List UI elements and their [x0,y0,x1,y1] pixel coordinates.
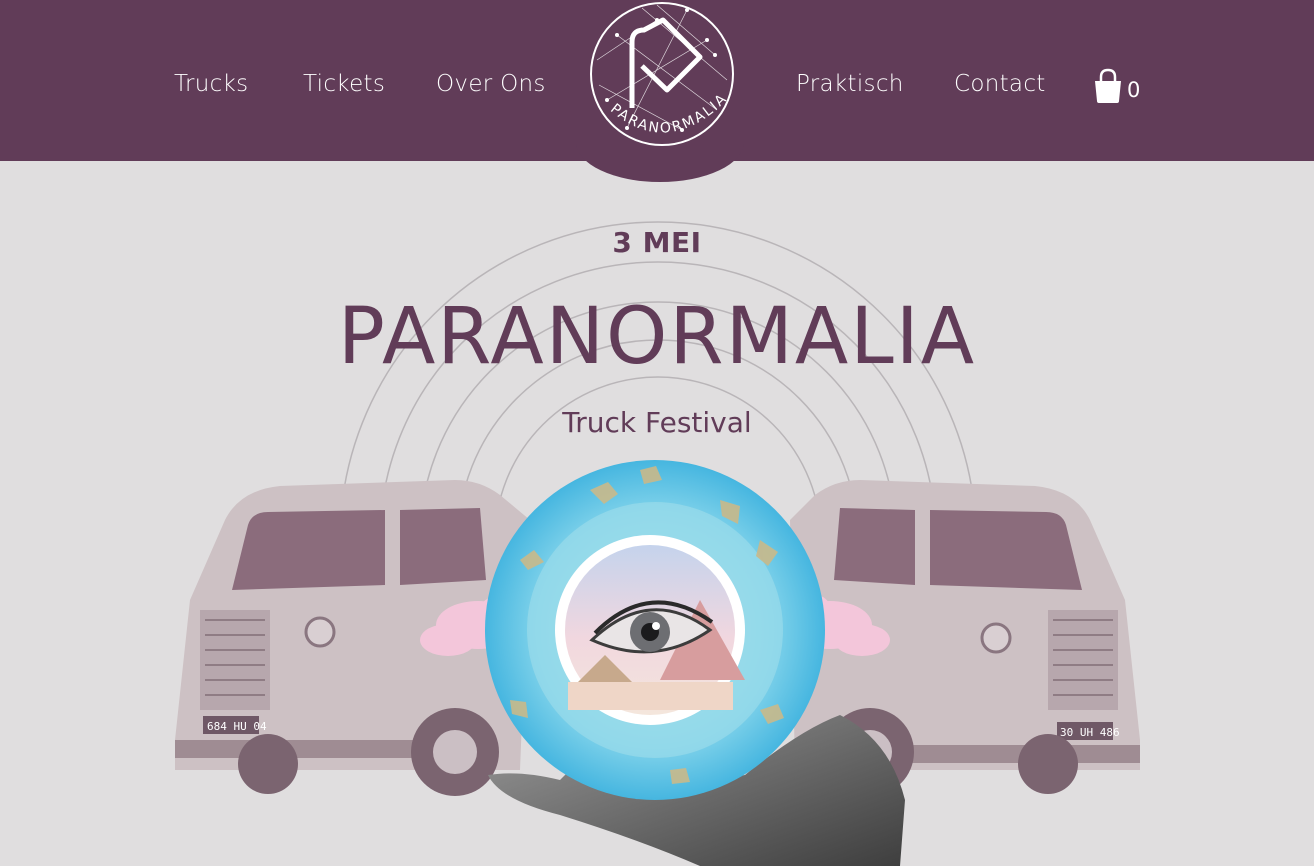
nav-over-ons[interactable]: Over Ons [436,71,546,97]
nav-tickets[interactable]: Tickets [303,71,385,97]
shopping-bag-icon [1095,68,1121,103]
hero-artwork: 684 HU 04 30 UH 486 [175,221,1140,866]
license-plate-left: 684 HU 04 [207,720,267,733]
festival-title: PARANORMALIA [337,292,977,382]
cart-count: 0 [1127,78,1141,102]
nav-contact[interactable]: Contact [954,71,1046,97]
festival-subtitle: Truck Festival [562,406,752,439]
nav-praktisch[interactable]: Praktisch [796,71,904,97]
logo-text: PARANORMALIA [607,90,731,137]
nav-trucks[interactable]: Trucks [174,71,248,97]
event-date: 3 MEI [612,226,702,259]
cart-button[interactable]: 0 [1092,68,1152,108]
site-logo[interactable]: PARANORMALIA [587,0,737,160]
license-plate-right: 30 UH 486 [1060,726,1120,739]
